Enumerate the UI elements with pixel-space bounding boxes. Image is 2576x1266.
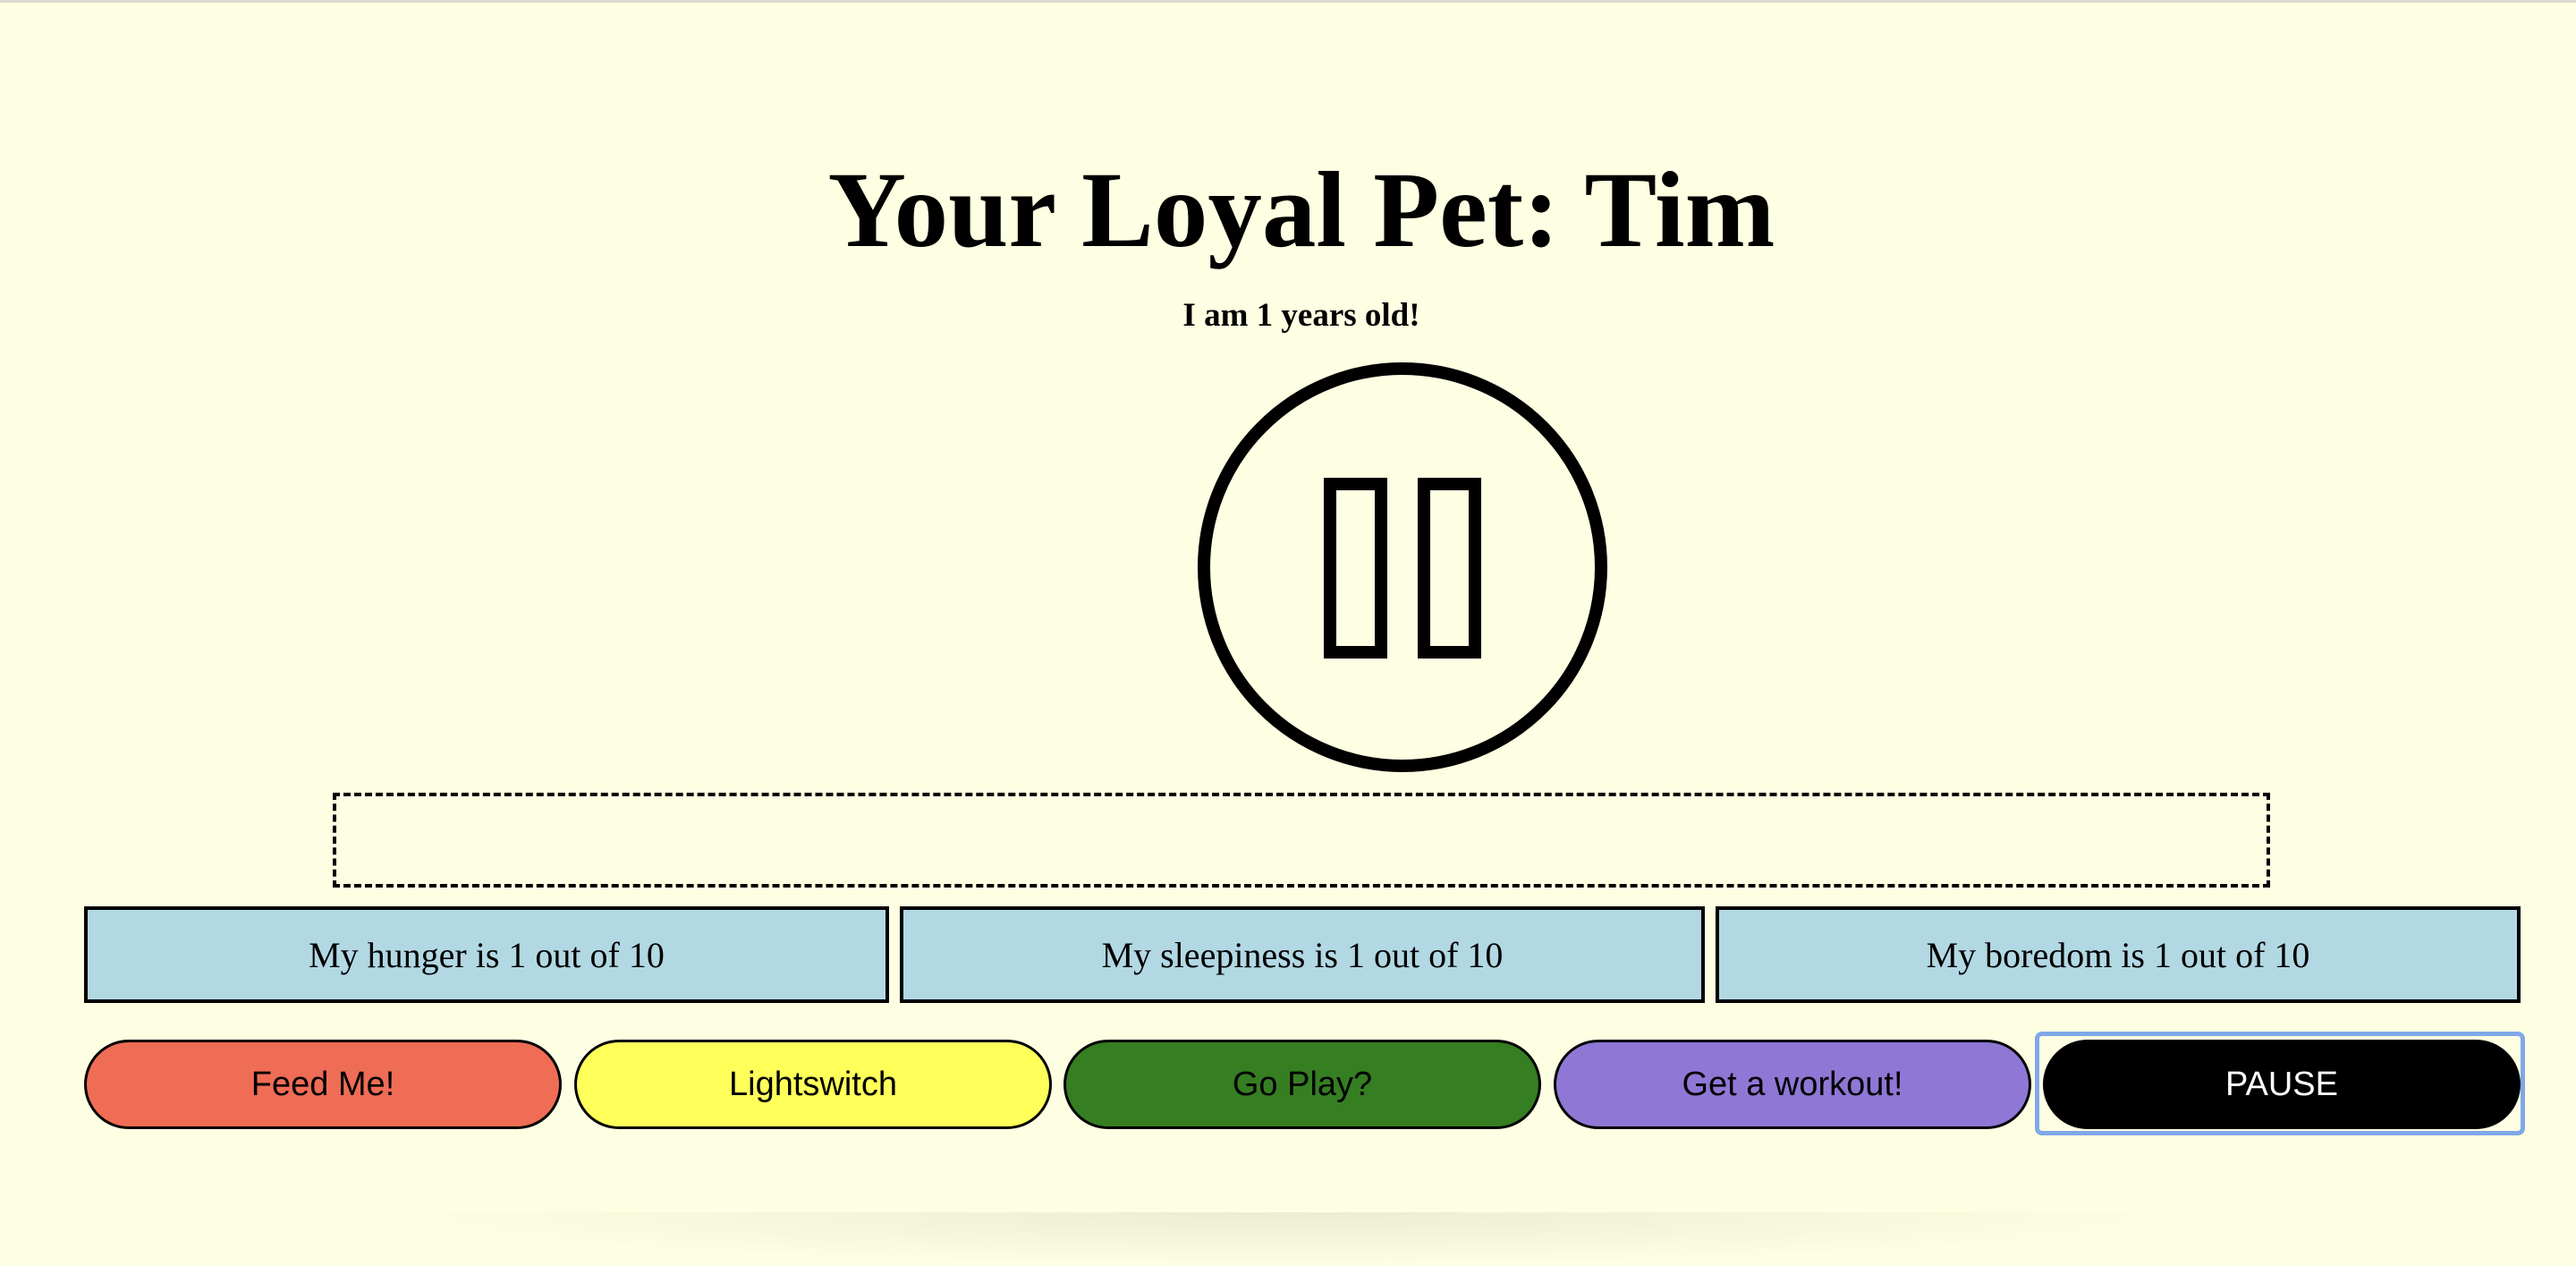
pause-face-icon <box>1198 362 1607 772</box>
hunger-stat: My hunger is 1 out of 10 <box>84 906 889 1003</box>
pet-face-outline <box>1198 362 1607 772</box>
go-play-button[interactable]: Go Play? <box>1063 1040 1541 1129</box>
page-title: Your Loyal Pet: Tim <box>827 150 1775 270</box>
bottom-shadow <box>358 1212 2218 1266</box>
boredom-stat-label: My boredom is 1 out of 10 <box>1926 934 2310 975</box>
pause-button[interactable]: PAUSE <box>2043 1040 2521 1129</box>
sleepiness-stat: My sleepiness is 1 out of 10 <box>900 906 1705 1003</box>
sleepiness-stat-label: My sleepiness is 1 out of 10 <box>1101 934 1504 975</box>
lightswitch-button[interactable]: Lightswitch <box>574 1040 1052 1129</box>
pet-left-eye <box>1324 478 1387 658</box>
window-top-edge <box>0 0 2576 3</box>
pet-age-text: I am 1 years old! <box>1182 297 1420 334</box>
hunger-stat-label: My hunger is 1 out of 10 <box>309 934 665 975</box>
feed-me-button[interactable]: Feed Me! <box>84 1040 562 1129</box>
boredom-stat: My boredom is 1 out of 10 <box>1716 906 2521 1003</box>
pet-message-box <box>333 793 2270 888</box>
get-workout-button[interactable]: Get a workout! <box>1554 1040 2031 1129</box>
pet-right-eye <box>1418 478 1481 658</box>
